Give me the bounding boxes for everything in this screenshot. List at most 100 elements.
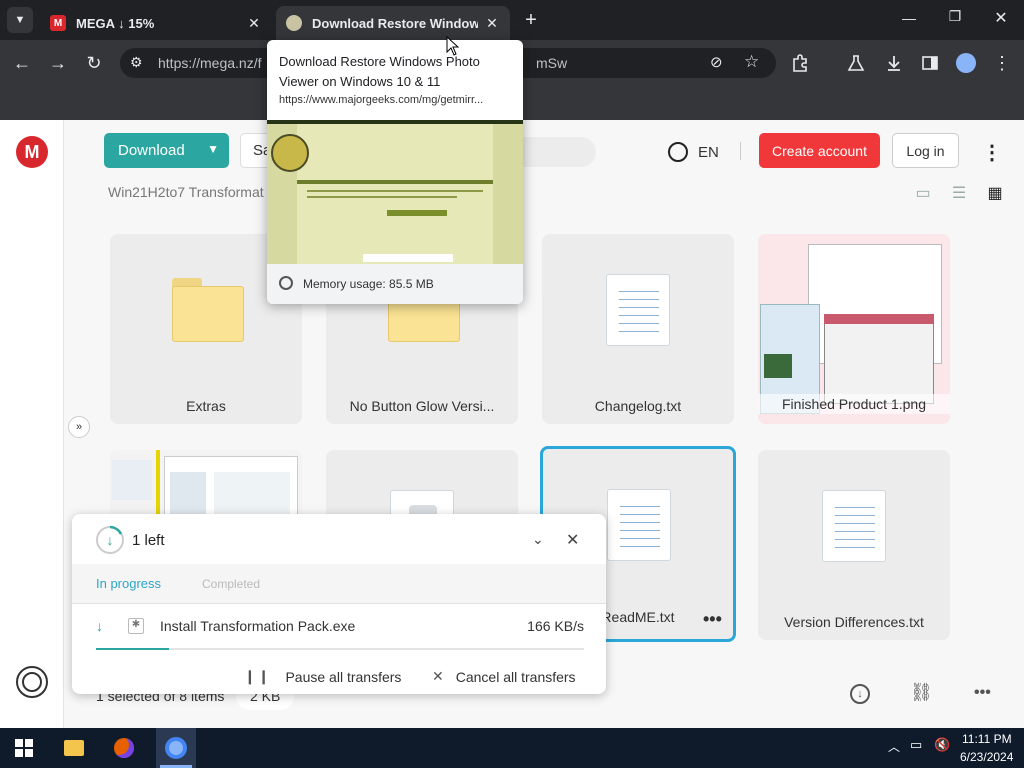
taskbar: ︿ ▭ 🔇 11:11 PM 6/23/2024	[0, 728, 1024, 768]
close-window-button[interactable]: ✕	[990, 8, 1012, 30]
folder-icon	[64, 740, 84, 756]
transfer-row[interactable]: ↓ ✱ Install Transformation Pack.exe 166 …	[72, 606, 606, 652]
eye-off-icon[interactable]: ⊘	[710, 53, 723, 71]
clock-time[interactable]: 11:11 PM	[962, 732, 1012, 746]
text-file-icon	[822, 490, 886, 562]
file-card[interactable]: Changelog.txt	[542, 234, 734, 424]
new-tab-button[interactable]: +	[520, 9, 542, 31]
close-icon: ✕	[432, 668, 444, 684]
pause-icon: ❙❙	[244, 668, 272, 684]
hover-card-footer: Memory usage: 85.5 MB	[267, 264, 523, 304]
kebab-icon: ⋮	[993, 52, 1011, 73]
star-icon[interactable]: ☆	[744, 52, 759, 72]
reload-icon: ↻	[86, 52, 102, 73]
tab-search-button[interactable]: ▼	[7, 7, 33, 33]
hover-card-url: https://www.majorgeeks.com/mg/getmirr...	[279, 94, 484, 106]
pause-all-button[interactable]: ❙❙ Pause all transfers	[244, 668, 401, 685]
more-options-icon[interactable]: •••	[974, 684, 991, 702]
tab-majorgeeks[interactable]: Download Restore Windows Photo Viewer on…	[276, 6, 510, 40]
clock-date[interactable]: 6/23/2024	[960, 750, 1013, 764]
list-view-icon[interactable]: ☰	[949, 184, 969, 202]
tab-in-progress[interactable]: In progress	[96, 576, 161, 591]
cancel-all-button[interactable]: ✕ Cancel all transfers	[432, 668, 576, 685]
extensions-button[interactable]	[786, 49, 814, 77]
login-button[interactable]: Log in	[892, 133, 959, 168]
file-explorer-button[interactable]	[58, 732, 90, 764]
breadcrumb[interactable]: Win21H2to7 Transformat	[108, 184, 264, 200]
file-name: Extras	[186, 398, 226, 414]
transfer-count: 1 left	[132, 532, 165, 549]
download-button[interactable]: Download ▼	[104, 133, 229, 168]
pause-all-label: Pause all transfers	[285, 668, 402, 685]
download-label: Download	[118, 142, 185, 159]
transfer-file-name: Install Transformation Pack.exe	[160, 618, 356, 634]
tab-title: MEGA ↓ 15%	[76, 15, 155, 31]
side-panel-button[interactable]	[916, 49, 944, 77]
expand-sidebar-icon[interactable]: »	[68, 416, 90, 438]
reload-button[interactable]: ↻	[80, 49, 108, 77]
text-file-icon	[606, 274, 670, 346]
transfer-manager-button[interactable]	[16, 666, 48, 698]
close-icon[interactable]: ✕	[246, 15, 262, 31]
tab-hover-card: Download Restore Windows Photo Viewer on…	[267, 40, 523, 304]
memory-usage: Memory usage: 85.5 MB	[303, 277, 434, 291]
grid-view-icon[interactable]: ▦	[985, 184, 1005, 202]
chrome-icon	[165, 737, 187, 759]
labs-button[interactable]	[842, 49, 870, 77]
network-icon[interactable]: ▭	[910, 737, 922, 753]
chrome-taskbar-button[interactable]	[156, 728, 196, 768]
file-name: No Button Glow Versi...	[349, 398, 495, 414]
flask-icon	[847, 55, 865, 71]
start-button[interactable]	[8, 732, 40, 764]
transfer-progress-fill	[96, 648, 170, 650]
firefox-icon	[114, 738, 134, 758]
tab-completed[interactable]: Completed	[202, 577, 260, 591]
profile-button[interactable]	[952, 49, 980, 77]
url-tail: mSw	[536, 55, 568, 71]
divider	[740, 142, 741, 160]
language-selector[interactable]: EN	[668, 142, 719, 162]
page-preview-thumbnail	[267, 120, 523, 268]
volume-muted-icon[interactable]: 🔇	[934, 737, 950, 753]
search-input[interactable]	[520, 137, 596, 167]
text-file-icon	[607, 489, 671, 561]
thumbnail-view-icon[interactable]: ▭	[913, 184, 933, 202]
create-account-button[interactable]: Create account	[759, 133, 880, 168]
chevron-down-icon[interactable]: ▼	[207, 142, 219, 156]
chevron-down-icon: ▼	[14, 14, 26, 26]
url-text: https://mega.nz/f	[158, 55, 262, 71]
transfer-progress-icon: ↓	[96, 526, 124, 554]
majorgeeks-favicon-icon	[286, 15, 302, 31]
back-button[interactable]: ←	[8, 49, 36, 77]
link-icon[interactable]: ⛓	[910, 682, 933, 703]
file-name: Changelog.txt	[594, 398, 682, 414]
forward-button[interactable]: →	[44, 49, 72, 77]
minimize-button[interactable]: —	[898, 10, 920, 30]
gauge-icon	[279, 276, 293, 290]
chevron-down-icon[interactable]: ⌄	[532, 531, 544, 548]
download-icon	[888, 56, 900, 71]
close-icon[interactable]: ✕	[484, 15, 500, 31]
firefox-button[interactable]	[108, 732, 140, 764]
chevron-up-icon[interactable]: ︿	[888, 738, 900, 755]
file-card[interactable]: Finished Product 1.png	[758, 234, 950, 424]
restore-button[interactable]: ❐	[944, 8, 966, 30]
download-arrow-icon: ↓	[96, 618, 103, 634]
chrome-menu-button[interactable]: ⋮	[988, 49, 1016, 77]
more-options-icon[interactable]: •••	[703, 609, 722, 630]
side-panel-icon	[922, 56, 938, 70]
more-menu-icon[interactable]: ⋮	[982, 140, 1002, 165]
file-name: Finished Product 1.png	[758, 394, 950, 414]
transfer-progress-bar	[96, 648, 584, 650]
transfer-widget: ↓ 1 left ⌄ ✕ In progress Completed ↓ ✱ I…	[72, 514, 606, 694]
mega-logo[interactable]: M	[16, 136, 48, 168]
folder-icon	[172, 278, 244, 342]
close-icon[interactable]: ✕	[566, 530, 579, 550]
file-card[interactable]: Version Differences.txt	[758, 450, 950, 640]
exe-file-icon: ✱	[128, 618, 144, 634]
tab-mega[interactable]: M MEGA ↓ 15% ✕	[40, 6, 272, 40]
downloads-button[interactable]	[880, 49, 908, 77]
download-circle-icon[interactable]: ↓	[850, 684, 870, 704]
site-info-icon[interactable]: ⚙	[130, 54, 143, 71]
mega-favicon-icon: M	[50, 15, 66, 31]
